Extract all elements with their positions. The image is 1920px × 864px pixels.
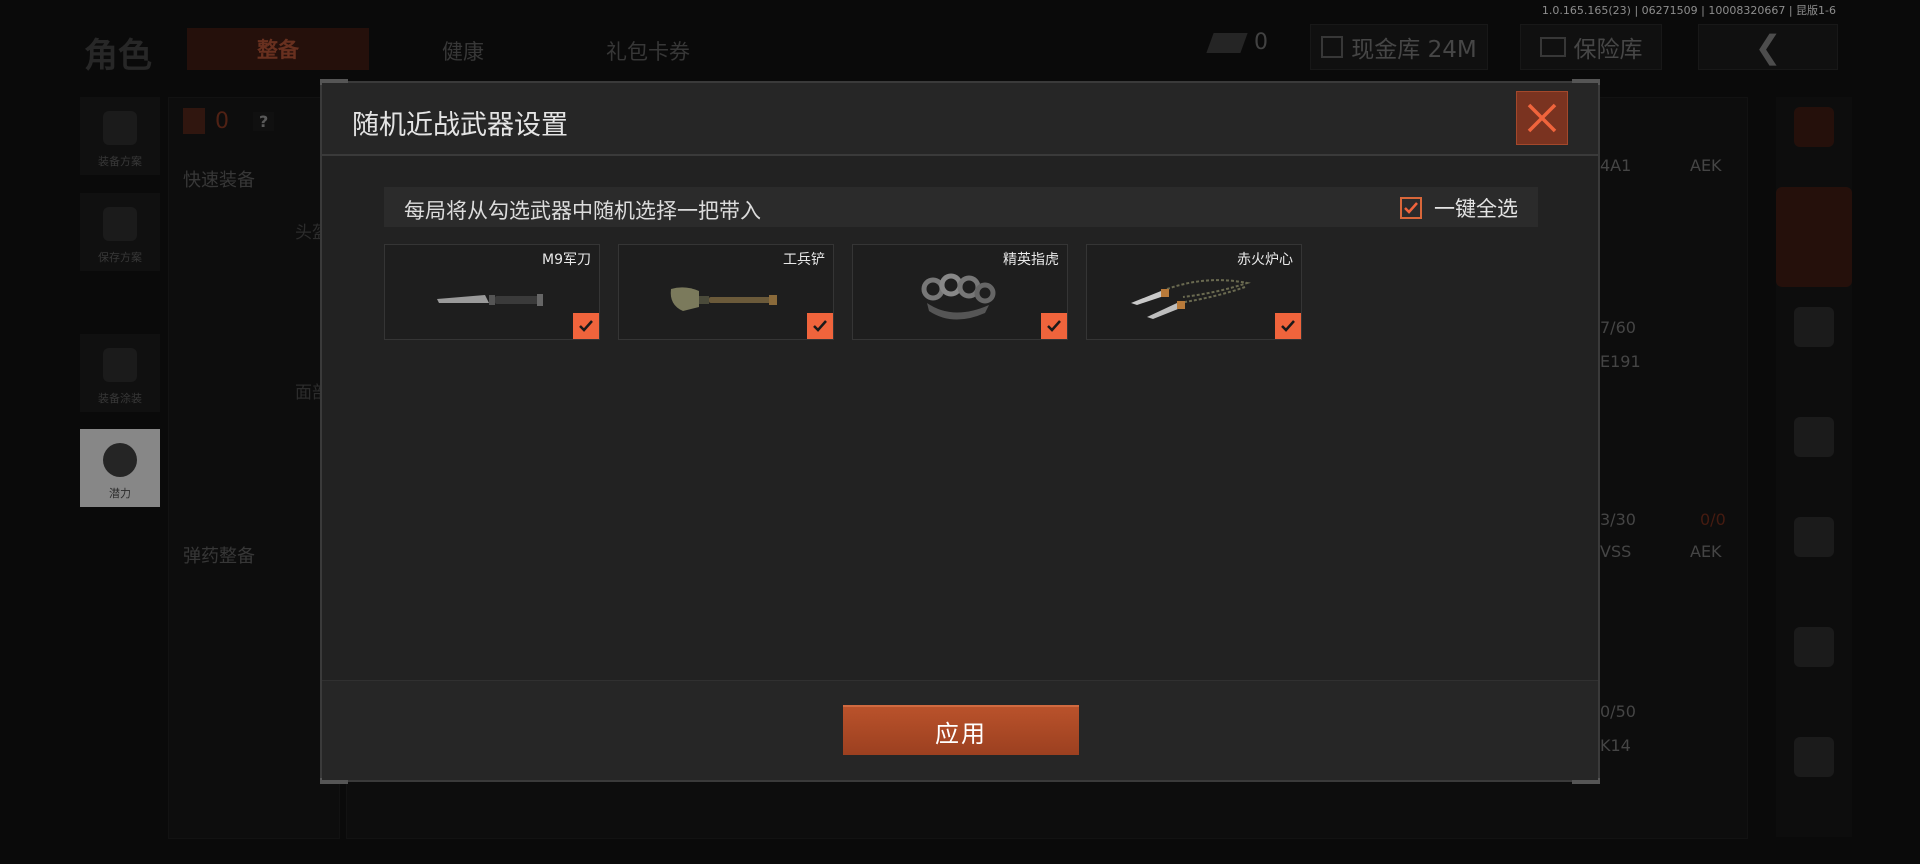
weapon-name: M9军刀 [542, 252, 591, 268]
select-all-toggle[interactable]: 一键全选 [1400, 193, 1518, 223]
dialog-header: 随机近战武器设置 [322, 83, 1598, 156]
close-button[interactable] [1516, 91, 1568, 145]
weapon-name: 工兵铲 [783, 252, 825, 268]
knife-icon [437, 294, 543, 306]
checkmark-icon [1047, 320, 1061, 332]
dual-blades-icon [1131, 279, 1251, 319]
weapon-checkbox[interactable] [573, 313, 599, 339]
weapon-checkbox[interactable] [807, 313, 833, 339]
shovel-icon [670, 287, 777, 311]
weapon-card-m9[interactable]: M9军刀 [384, 244, 600, 340]
apply-button[interactable]: 应用 [843, 705, 1079, 755]
checkmark-icon [579, 320, 593, 332]
dialog-title: 随机近战武器设置 [352, 110, 568, 141]
random-melee-settings-dialog: 随机近战武器设置 每局将从勾选武器中随机选择一把带入 一键全选 M9军刀 工兵铲… [320, 79, 1600, 784]
weapon-name: 赤火炉心 [1237, 252, 1293, 268]
select-all-checkbox[interactable] [1400, 197, 1422, 219]
dialog-description: 每局将从勾选武器中随机选择一把带入 [404, 199, 761, 223]
knuckles-icon [921, 273, 996, 320]
weapon-card-dual-blades[interactable]: 赤火炉心 [1086, 244, 1302, 340]
checkmark-icon [1281, 320, 1295, 332]
close-icon [1527, 103, 1557, 133]
checkmark-icon [1404, 202, 1418, 214]
weapon-checkbox[interactable] [1275, 313, 1301, 339]
dialog-footer: 应用 [322, 680, 1598, 780]
weapon-checkbox[interactable] [1041, 313, 1067, 339]
weapon-card-knuckles[interactable]: 精英指虎 [852, 244, 1068, 340]
info-bar: 每局将从勾选武器中随机选择一把带入 一键全选 [384, 187, 1538, 227]
select-all-label: 一键全选 [1434, 197, 1518, 221]
checkmark-icon [813, 320, 827, 332]
weapon-card-shovel[interactable]: 工兵铲 [618, 244, 834, 340]
weapon-name: 精英指虎 [1003, 252, 1059, 268]
